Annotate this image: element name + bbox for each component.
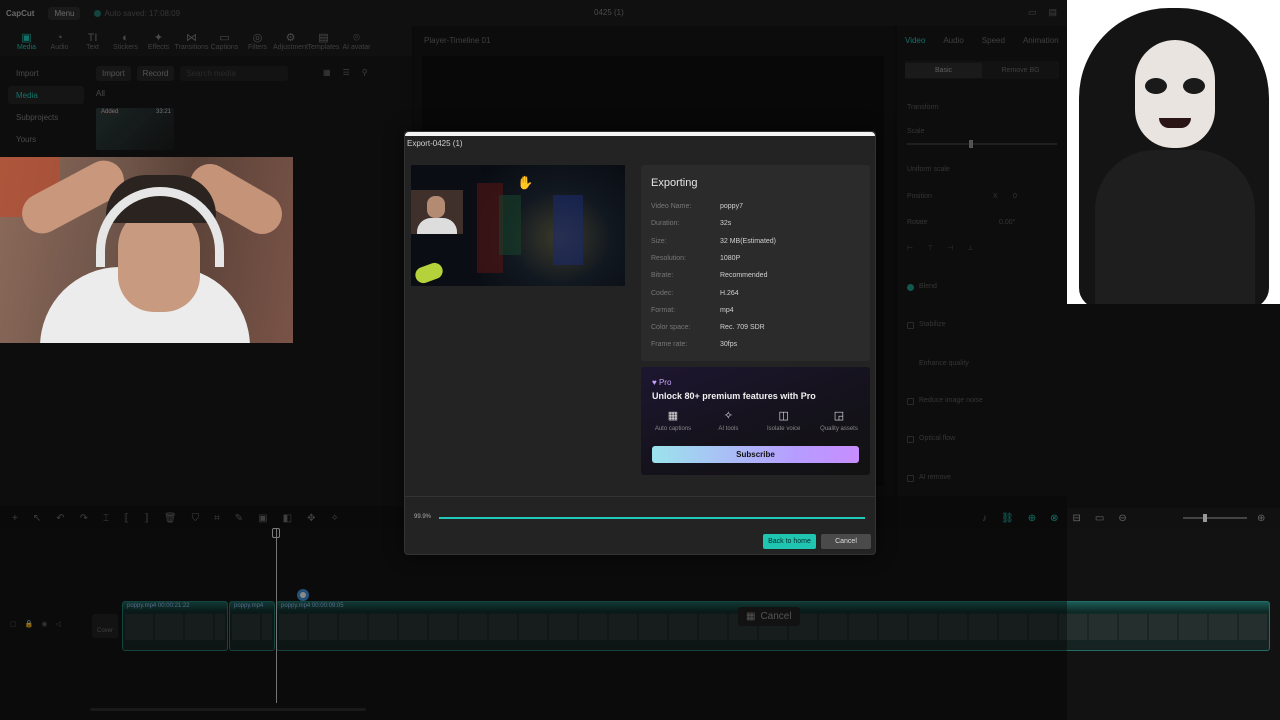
character-left-eye [1145, 78, 1167, 94]
info-key: Resolution: [651, 254, 687, 262]
capcut-app: CapCut Menu Auto saved: 17:08:09 0425 (1… [0, 0, 1280, 720]
info-row: Format: mp4 [651, 307, 734, 314]
pro-feature-label: AI tools [718, 426, 739, 432]
preview-webcam-shirt [417, 218, 457, 234]
export-preview: ✋ [411, 165, 625, 286]
info-key: Size: [651, 237, 667, 245]
right-black-area [1067, 304, 1280, 508]
webcam-overlay [0, 157, 293, 343]
info-value: Recommended [720, 272, 768, 280]
hand-icon: ✋ [517, 175, 534, 190]
info-key: Duration: [651, 220, 680, 228]
subscribe-button[interactable]: Subscribe [652, 446, 859, 463]
export-progress-fill [439, 517, 865, 519]
export-info-card: Exporting Video Name: poppy7 Duration: 32s S… [641, 165, 870, 361]
quality-assets-icon: ◲ [833, 410, 845, 422]
preview-green-wall [499, 195, 521, 255]
cancel-button[interactable]: Cancel [821, 534, 871, 549]
pro-feature-label: Quality assets [820, 426, 858, 432]
pro-upsell-card: ♥ Pro Unlock 80+ premium features with P… [641, 367, 870, 475]
info-row: Frame rate: 30fps [651, 341, 737, 348]
info-value: 32s [720, 220, 732, 228]
pro-feature: ✧ AI tools [702, 409, 754, 432]
preview-webcam-face [427, 196, 445, 218]
pro-features: ▦ Auto captions ✧ AI tools ◫ Isolate voice ◲ Qu… [647, 409, 865, 432]
pro-feature: ◲ Quality assets [813, 409, 865, 432]
preview-blue-wall [553, 195, 583, 265]
character-face [1135, 40, 1215, 148]
pro-feature: ◫ Isolate voice [758, 409, 810, 432]
preview-axis-icon[interactable]: ⊟ [1072, 513, 1080, 524]
info-value: poppy7 [720, 203, 743, 210]
auto-captions-icon: ▦ [667, 410, 679, 422]
back-to-home-button[interactable]: Back to home [763, 534, 816, 549]
export-progress-bar [439, 517, 865, 519]
info-row: Codec: H.264 [651, 290, 739, 297]
dialog-title: Export-0425 (1) [407, 139, 463, 148]
zoom-slider[interactable] [1183, 514, 1247, 522]
info-key: Color space: [651, 324, 691, 332]
export-status: Exporting [651, 177, 698, 189]
info-key: Codec: [651, 289, 674, 297]
info-row: Duration: 32s [651, 220, 731, 227]
zoom-slider-knob[interactable] [1203, 514, 1207, 522]
dialog-top-line [405, 132, 875, 136]
info-row: Color space: Rec. 709 SDR [651, 324, 765, 331]
character-right-eye [1183, 78, 1205, 94]
info-value: Rec. 709 SDR [720, 324, 765, 332]
info-value: mp4 [720, 306, 734, 314]
pro-feature: ▦ Auto captions [647, 409, 699, 432]
character-body [1095, 150, 1255, 304]
info-value: 1080P [720, 254, 741, 262]
info-row: Bitrate: Recommended [651, 272, 767, 279]
info-value: H.264 [720, 289, 739, 297]
captions-track-icon[interactable]: ▭ [1095, 513, 1104, 524]
info-key: Video Name: [651, 203, 692, 210]
info-row: Resolution: 1080P [651, 255, 740, 262]
horror-character-overlay [1067, 0, 1280, 304]
pro-feature-label: Isolate voice [766, 426, 801, 432]
info-value: 30fps [720, 341, 738, 349]
preview-webcam [411, 190, 463, 234]
zoom-in-icon[interactable]: ⊕ [1257, 513, 1265, 524]
character-mouth [1159, 118, 1191, 128]
pro-badge: ♥ Pro [652, 378, 672, 387]
isolate-voice-icon: ◫ [778, 410, 789, 422]
info-row: Size: 32 MB(Estimated) [651, 238, 776, 245]
info-key: Frame rate: [651, 341, 688, 349]
dialog-divider [405, 496, 875, 497]
export-dialog: Export-0425 (1) ✋ Exporting Video Name: p… [404, 131, 876, 555]
pro-feature-label: Auto captions [654, 426, 692, 432]
info-value: 32 MB(Estimated) [720, 237, 777, 245]
zoom-out-icon[interactable]: ⊖ [1118, 513, 1126, 524]
info-row: Video Name: poppy7 [651, 203, 743, 210]
info-key: Format: [651, 306, 676, 314]
info-key: Bitrate: [651, 272, 674, 280]
preview-lime-object [413, 260, 445, 286]
progress-percent: 99.9% [414, 514, 432, 520]
pro-title: Unlock 80+ premium features with Pro [652, 391, 816, 401]
ai-tools-icon: ✧ [723, 410, 733, 422]
